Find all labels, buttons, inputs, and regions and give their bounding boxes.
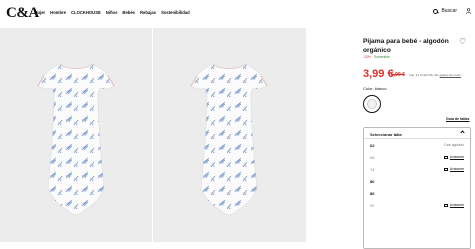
product-image-1[interactable] (0, 28, 152, 242)
nav-item-ninos[interactable]: Niños (106, 10, 118, 15)
search-icon (433, 8, 439, 14)
color-swatch-white[interactable] (363, 95, 381, 113)
discount-badge: -33% (363, 55, 371, 59)
size-value: 86 (370, 191, 375, 196)
romper-illustration (37, 63, 115, 215)
notify-label: Avisarme (449, 203, 464, 207)
notify-me-link[interactable]: Avisarme (443, 167, 464, 171)
size-value: 62 (370, 143, 375, 148)
size-select-header[interactable]: Seleccionar talla (364, 128, 470, 139)
nav-item-bebes[interactable]: Bebés (122, 10, 135, 15)
search-label: Buscar (441, 8, 457, 14)
vat-note: Imp. 21 % del IVA. Sin gastos de envío (409, 73, 461, 77)
stock-status: Casi agotado (444, 143, 464, 147)
swatch-fill (367, 99, 377, 109)
size-option-92[interactable]: 92 Avisarme (364, 199, 470, 211)
size-option-62[interactable]: 62 Casi agotado (364, 139, 470, 151)
wishlist-heart-icon[interactable]: ♡ (459, 37, 466, 46)
old-price: 5,99 € (391, 72, 405, 78)
nav-item-hombre[interactable]: Hombre (50, 10, 66, 15)
mail-icon (443, 203, 448, 207)
user-icon[interactable] (466, 8, 471, 14)
mail-icon (443, 167, 448, 171)
size-value: 68 (370, 155, 375, 160)
size-value: 74 (370, 167, 375, 172)
notify-label: Avisarme (449, 167, 464, 171)
product-image-2[interactable] (153, 28, 306, 242)
size-value: 92 (370, 203, 375, 208)
current-price: 3,99 € (363, 68, 394, 80)
nav-item-sostenibilidad[interactable]: Sostenibilidad (161, 10, 190, 15)
top-header: C&A Mujer Hombre CLOCKHOUSE Niños Bebés … (0, 0, 475, 28)
size-option-86[interactable]: 86 (364, 187, 470, 199)
vat-text: Imp. 21 % del IVA. Sin (409, 73, 439, 77)
romper-illustration (190, 63, 268, 215)
notify-me-link[interactable]: Avisarme (443, 203, 464, 207)
size-select-label: Seleccionar talla (370, 131, 402, 137)
sustainability-badge: Sostenible (373, 55, 390, 59)
product-title: Pijama para bebé - algodón orgánico (363, 38, 449, 54)
shipping-link[interactable]: gastos de envío (440, 73, 461, 77)
color-label: Color: blanco (363, 86, 387, 91)
search-button[interactable]: Buscar (433, 8, 457, 14)
size-select[interactable]: Seleccionar talla 62 Casi agotado 68 Avi… (363, 127, 471, 249)
product-tags: -33% · Sostenible (363, 55, 390, 59)
product-panel: Pijama para bebé - algodón orgánico ♡ -3… (306, 28, 475, 249)
notify-label: Avisarme (449, 155, 464, 159)
nav-item-mujer[interactable]: Mujer (34, 10, 45, 15)
size-guide-link[interactable]: Guía de tallas (446, 117, 469, 121)
notify-me-link[interactable]: Avisarme (443, 155, 464, 159)
mail-icon (443, 155, 448, 159)
nav-item-clockhouse[interactable]: CLOCKHOUSE (71, 10, 101, 15)
size-option-68[interactable]: 68 Avisarme (364, 151, 470, 163)
nav-item-rebajas[interactable]: Rebajas (140, 10, 156, 15)
size-option-80[interactable]: 80 (364, 175, 470, 187)
main-nav: Mujer Hombre CLOCKHOUSE Niños Bebés Reba… (34, 10, 190, 15)
size-option-74[interactable]: 74 Avisarme (364, 163, 470, 175)
chevron-up-icon (460, 130, 465, 135)
size-value: 80 (370, 179, 375, 184)
